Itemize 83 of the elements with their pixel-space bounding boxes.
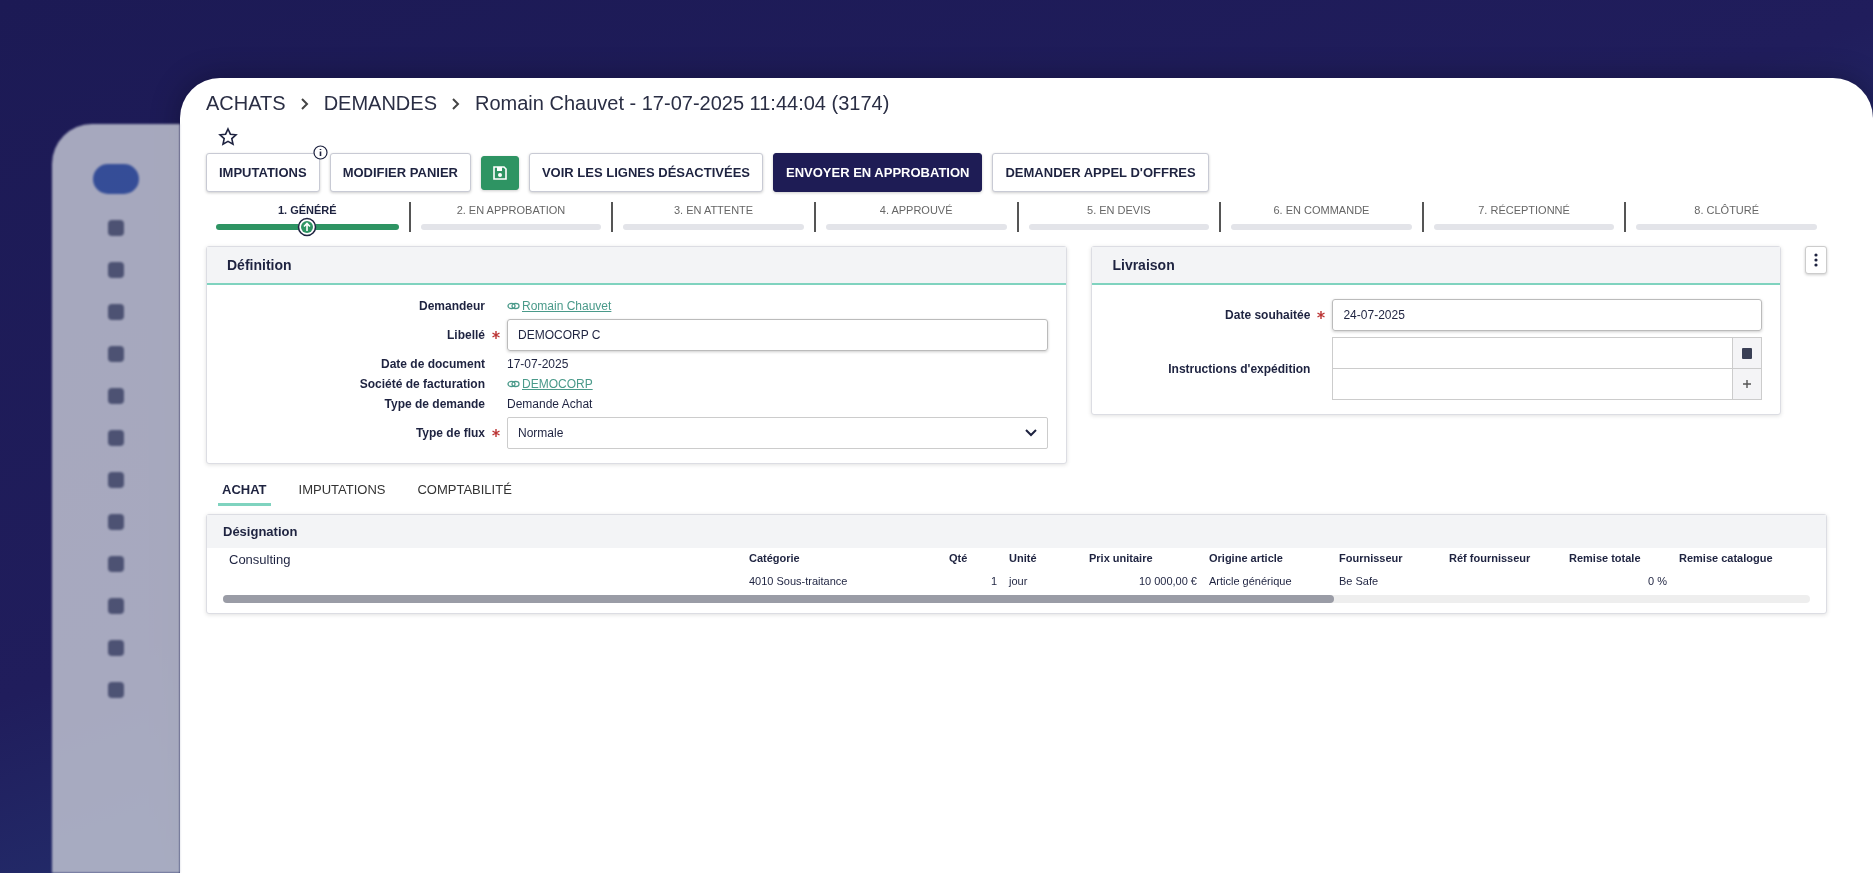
breadcrumb-item[interactable]: DEMANDES [323, 92, 437, 115]
tab[interactable]: COMPTABILITÉ [413, 476, 516, 506]
column-header: Réf fournisseur [1448, 551, 1532, 566]
step-label: 7. RÉCEPTIONNÉ [1478, 204, 1570, 216]
sidebar-icon[interactable] [108, 514, 124, 530]
section-title: Livraison [1092, 247, 1780, 285]
input-field[interactable]: DEMOCORP C [507, 319, 1049, 351]
column-header: Catégorie [748, 551, 801, 566]
column-header: Fournisseur [1338, 551, 1404, 566]
column-header: Qté [948, 551, 969, 566]
table-cell-text: jour [1007, 574, 1029, 589]
info-icon [312, 145, 328, 160]
step-label: 1. GÉNÉRÉ [277, 204, 337, 216]
plus-icon[interactable] [1743, 380, 1751, 388]
column-header: Remise totale [1568, 551, 1642, 566]
tab[interactable]: ACHAT [218, 476, 271, 506]
table-cell-text: Be Safe [1338, 574, 1380, 589]
field-value: 17-07-2025 [507, 357, 570, 371]
column-header: Remise catalogue [1678, 551, 1774, 566]
logo-icon [93, 164, 139, 194]
save-icon [491, 164, 508, 181]
scrollbar-thumb[interactable] [223, 595, 1334, 603]
sidebar-icon[interactable] [108, 682, 124, 698]
field-label: Instructions d'expédition [1168, 361, 1311, 376]
step-label: 2. EN APPROBATION [456, 204, 566, 216]
field-label: Type de demande [384, 397, 485, 411]
link-icon [507, 379, 520, 389]
section-title: Définition [207, 247, 1067, 285]
document-icon[interactable] [1742, 347, 1752, 359]
section-title: Désignation [207, 515, 1826, 548]
table-cell-text: 0 % [1647, 574, 1668, 589]
column-header: Prix unitaire [1088, 551, 1154, 566]
toolbar-button[interactable]: IMPUTATIONS [206, 153, 320, 192]
sidebar-icon[interactable] [108, 262, 124, 278]
table-cell-text: 10 000,00 € [1137, 574, 1198, 589]
chevron-right-icon [451, 96, 461, 111]
column-header: Origine article [1208, 551, 1284, 566]
breadcrumb-item: Romain Chauvet - 17-07-2025 11:44:04 (3174) [475, 92, 890, 115]
star-icon[interactable] [218, 127, 238, 147]
required-asterisk-icon [1317, 311, 1326, 319]
input-field[interactable]: 24-07-2025 [1332, 299, 1762, 331]
step-label: 8. CLÔTURÉ [1694, 204, 1760, 216]
select-field[interactable]: Normale [507, 417, 1049, 449]
sidebar-icon[interactable] [108, 346, 124, 362]
step-label: 5. EN DEVIS [1087, 204, 1151, 216]
step-label: 3. EN ATTENTE [673, 204, 754, 216]
table-cell-text: 1 [989, 574, 998, 589]
sidebar-icon[interactable] [108, 220, 124, 236]
sidebar-icon[interactable] [108, 472, 124, 488]
table-cell-text: 4010 Sous-traitance [748, 574, 849, 589]
field-label: Libellé [447, 328, 485, 342]
more-vertical-icon [1814, 253, 1818, 267]
chevron-down-icon [1025, 429, 1038, 437]
column-header: Unité [1008, 551, 1038, 566]
field-label: Date souhaitée [1225, 308, 1311, 322]
sidebar-icon[interactable] [108, 598, 124, 614]
tab[interactable]: IMPUTATIONS [294, 476, 390, 506]
designation-text: Consulting [228, 551, 292, 569]
field-value: Demande Achat [507, 397, 594, 411]
chevron-right-icon [299, 96, 310, 111]
breadcrumb-item[interactable]: ACHATS [206, 92, 286, 115]
toolbar-button[interactable]: DEMANDER APPEL D'OFFRES [992, 153, 1209, 192]
send-approval-button[interactable]: ENVOYER EN APPROBATION [773, 153, 983, 192]
field-label: Date de document [381, 357, 485, 371]
sidebar-icon[interactable] [108, 430, 124, 446]
step-label: 6. EN COMMANDE [1273, 204, 1370, 216]
field-label: Type de flux [415, 426, 485, 440]
sidebar-icon[interactable] [108, 556, 124, 572]
required-asterisk-icon [492, 331, 500, 339]
more-menu-button[interactable] [1805, 246, 1827, 274]
link-icon [507, 301, 520, 311]
field-label: Demandeur [418, 299, 485, 313]
table-cell-text: Article générique [1208, 574, 1293, 589]
required-asterisk-icon [492, 429, 500, 437]
sidebar-icon[interactable] [108, 304, 124, 320]
toolbar-button[interactable]: MODIFIER PANIER [329, 153, 471, 192]
sidebar-icon[interactable] [108, 640, 124, 656]
field-label: Société de facturation [359, 377, 485, 391]
toolbar-button[interactable]: VOIR LES LIGNES DÉSACTIVÉES [528, 153, 763, 192]
link[interactable]: Romain Chauvet [522, 299, 612, 313]
sidebar-icon[interactable] [108, 388, 124, 404]
save-button[interactable] [480, 155, 519, 190]
step-label: 4. APPROUVÉ [879, 204, 953, 216]
